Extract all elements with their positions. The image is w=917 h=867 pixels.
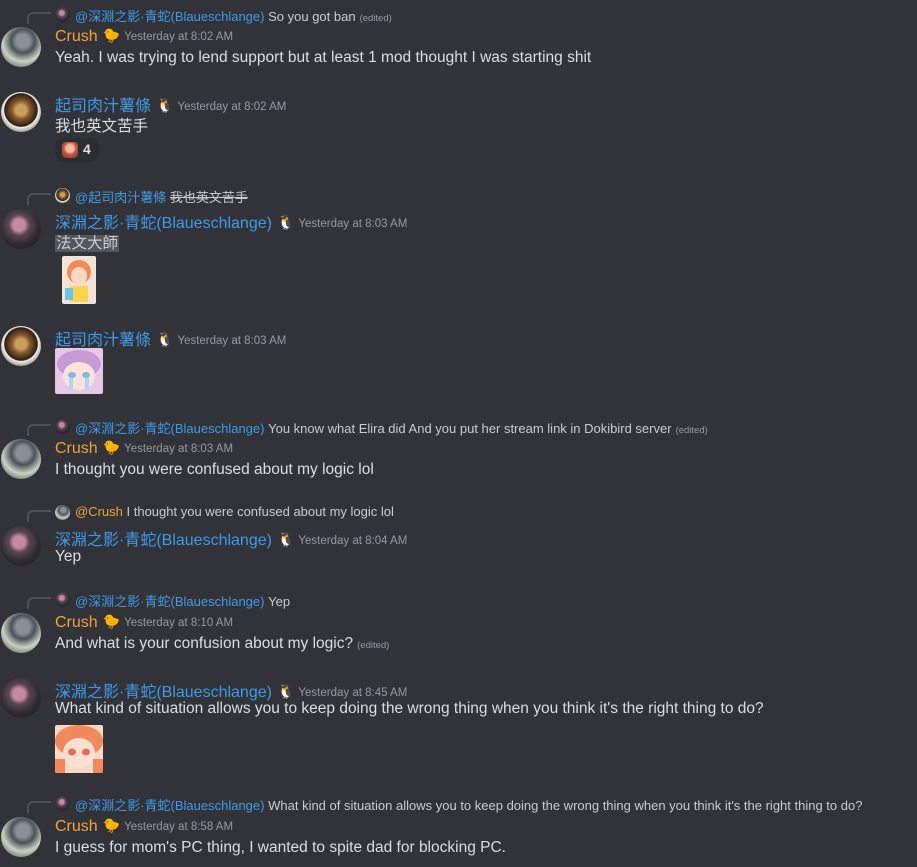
reply-author[interactable]: @深淵之影·青蛇(Blaueschlange) What kind of sit…	[75, 795, 862, 814]
message-text: 法文大師	[55, 231, 120, 253]
chick-icon: 🐤	[102, 817, 121, 833]
username[interactable]: 深淵之影·青蛇(Blaueschlange)	[55, 215, 272, 232]
penguin-icon: 🐧	[156, 97, 174, 113]
avatar[interactable]	[1, 326, 41, 366]
chick-icon: 🐤	[102, 439, 121, 455]
reply-avatar	[55, 419, 70, 434]
reply-text: You know what Elira did And you put her …	[268, 421, 672, 436]
highlighted-text: 法文大師	[55, 235, 120, 252]
reply-spine	[27, 801, 51, 813]
username[interactable]: Crush	[55, 614, 98, 631]
timestamp[interactable]: Yesterday at 8:02 AM	[124, 31, 233, 43]
reply-edited-tag: (edited)	[675, 425, 708, 436]
message-header: 起司肉汁薯條 🐧 Yesterday at 8:02 AM	[55, 92, 286, 116]
reply-spine	[27, 12, 51, 24]
message-header: Crush 🐤 Yesterday at 8:03 AM	[55, 439, 233, 458]
reply-spine	[27, 424, 51, 436]
reply-edited-tag: (edited)	[359, 13, 392, 24]
message-text: I thought you were confused about my log…	[55, 461, 374, 478]
avatar[interactable]	[1, 817, 41, 857]
username[interactable]: Crush	[55, 818, 98, 835]
timestamp[interactable]: Yesterday at 8:10 AM	[124, 617, 233, 629]
avatar[interactable]	[1, 678, 41, 718]
reply-text: 我也英文苦手	[169, 190, 248, 205]
chick-icon: 🐤	[102, 613, 121, 629]
message-header: 深淵之影·青蛇(Blaueschlange) 🐧 Yesterday at 8:03…	[55, 209, 407, 233]
reply-avatar	[55, 7, 70, 22]
avatar[interactable]	[1, 526, 41, 566]
reply-text: So you got ban	[268, 9, 356, 24]
timestamp[interactable]: Yesterday at 8:03 AM	[298, 218, 407, 230]
anime-girl-sticker[interactable]	[62, 256, 96, 304]
reaction-count: 4	[83, 141, 91, 157]
message-text: Yeah. I was trying to lend support but a…	[55, 49, 592, 66]
username[interactable]: 起司肉汁薯條	[55, 332, 151, 349]
message-header: 起司肉汁薯條 🐧 Yesterday at 8:03 AM	[55, 326, 286, 350]
reply-text: What kind of situation allows you to kee…	[268, 798, 863, 813]
penguin-icon: 🐧	[276, 214, 295, 230]
message-header: Crush 🐤 Yesterday at 8:10 AM	[55, 613, 233, 632]
avatar[interactable]	[1, 439, 41, 479]
penguin-icon: 🐧	[156, 331, 174, 347]
anime-girl-sticker[interactable]	[55, 725, 103, 773]
avatar[interactable]	[1, 92, 41, 132]
reply-text: Yep	[268, 594, 291, 609]
timestamp[interactable]: Yesterday at 8:58 AM	[124, 821, 233, 833]
penguin-icon: 🐧	[276, 683, 295, 699]
message-header: Crush 🐤 Yesterday at 8:58 AM	[55, 817, 233, 836]
reaction-button[interactable]: 4	[55, 138, 99, 162]
penguin-icon: 🐧	[276, 531, 295, 547]
reply-author[interactable]: @起司肉汁薯條 我也英文苦手	[75, 187, 248, 206]
reply-avatar	[55, 796, 70, 811]
reply-spine	[27, 193, 51, 205]
reply-spine	[27, 510, 51, 522]
reply-avatar	[55, 505, 70, 520]
timestamp[interactable]: Yesterday at 8:03 AM	[177, 335, 286, 347]
anime-girl-crying-sticker[interactable]	[55, 348, 103, 394]
message-header: Crush 🐤 Yesterday at 8:02 AM	[55, 27, 233, 46]
username[interactable]: 深淵之影·青蛇(Blaueschlange)	[55, 684, 272, 701]
reply-author[interactable]: @深淵之影·青蛇(Blaueschlange) Yep	[75, 591, 290, 610]
username[interactable]: 起司肉汁薯條	[55, 98, 151, 115]
timestamp[interactable]: Yesterday at 8:03 AM	[124, 443, 233, 455]
reply-avatar	[55, 592, 70, 607]
reply-spine	[27, 597, 51, 609]
message-body: And what is your confusion about my logi…	[55, 635, 354, 652]
username[interactable]: Crush	[55, 440, 98, 457]
message-text: Yep	[55, 548, 82, 565]
reply-author[interactable]: @深淵之影·青蛇(Blaueschlange) So you got ban (e…	[75, 6, 392, 25]
avatar[interactable]	[1, 27, 41, 67]
message-text: I guess for mom's PC thing, I wanted to …	[55, 839, 506, 856]
message-text: 我也英文苦手	[55, 118, 149, 135]
message-header: 深淵之影·青蛇(Blaueschlange) 🐧 Yesterday at 8:04…	[55, 526, 407, 550]
message-header: 深淵之影·青蛇(Blaueschlange) 🐧 Yesterday at 8:45…	[55, 678, 407, 702]
message-text: What kind of situation allows you to kee…	[55, 700, 764, 717]
reply-author[interactable]: @Crush I thought you were confused about…	[75, 504, 394, 519]
timestamp[interactable]: Yesterday at 8:04 AM	[298, 535, 407, 547]
chick-icon: 🐤	[102, 27, 121, 43]
anime-face-emoji-icon	[62, 142, 78, 158]
avatar[interactable]	[1, 209, 41, 249]
username[interactable]: Crush	[55, 28, 98, 45]
timestamp[interactable]: Yesterday at 8:45 AM	[298, 687, 407, 699]
edited-tag: (edited)	[357, 640, 390, 651]
username[interactable]: 深淵之影·青蛇(Blaueschlange)	[55, 532, 272, 549]
avatar[interactable]	[1, 613, 41, 653]
timestamp[interactable]: Yesterday at 8:02 AM	[177, 101, 286, 113]
reply-avatar	[55, 188, 70, 203]
reply-author[interactable]: @深淵之影·青蛇(Blaueschlange) You know what El…	[75, 418, 708, 437]
message-text: And what is your confusion about my logi…	[55, 635, 389, 653]
reply-text: I thought you were confused about my log…	[126, 504, 394, 519]
